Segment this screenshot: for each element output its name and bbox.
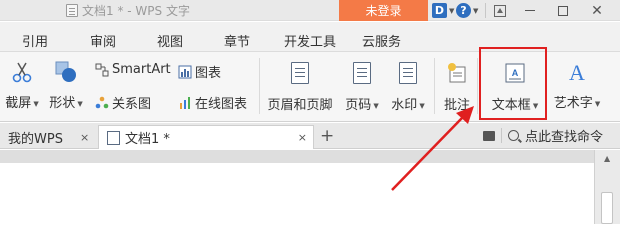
close-tab-button[interactable]: ×: [298, 131, 307, 144]
page-number-button[interactable]: 页码 ▼: [341, 62, 383, 113]
chevron-down-icon: ▼: [33, 99, 39, 108]
vertical-scrollbar[interactable]: ▲: [594, 150, 620, 224]
tab-developer[interactable]: 开发工具: [284, 31, 336, 50]
search-icon: [508, 130, 519, 141]
tab-references[interactable]: 引用: [22, 31, 48, 50]
title-bar: 文档1 * - WPS 文字 未登录 D ▼ ? ▼ ✕: [0, 0, 620, 21]
scissors-icon: [12, 62, 32, 83]
chevron-down-icon: ▼: [373, 101, 379, 110]
doc-tab-label: 文档1 *: [125, 132, 170, 147]
tab-cloud[interactable]: 云服务: [362, 31, 401, 50]
window-title: 文档1 * - WPS 文字: [66, 2, 190, 19]
window-title-text: 文档1 * - WPS 文字: [82, 4, 190, 18]
chevron-down-icon: ▼: [473, 6, 479, 15]
chevron-down-icon: ▼: [449, 6, 455, 15]
online-chart-label: 在线图表: [195, 97, 248, 112]
relation-chart-button[interactable]: 关系图: [95, 93, 151, 112]
tab-my-wps[interactable]: 我的WPS ×: [0, 125, 97, 149]
chevron-down-icon: ▼: [77, 99, 83, 108]
tab-sections[interactable]: 章节: [224, 31, 250, 50]
document-icon: [66, 4, 78, 17]
wps-tab-label: 我的WPS: [8, 131, 63, 147]
flag-icon: [483, 130, 495, 141]
highlight-box: [479, 47, 547, 120]
watermark-icon: [399, 62, 417, 84]
header-footer-button[interactable]: 页眉和页脚: [265, 62, 335, 113]
wordart-button[interactable]: A 艺术字 ▼: [549, 60, 605, 111]
close-window-button[interactable]: ✕: [583, 0, 611, 21]
svg-text:A: A: [569, 60, 585, 84]
comment-label: 批注: [443, 98, 470, 113]
relation-label: 关系图: [112, 97, 152, 112]
screenshot-label: 截屏: [5, 96, 32, 111]
search-label: 点此查找命令: [525, 130, 604, 145]
scrollbar-thumb[interactable]: [601, 192, 613, 224]
collapse-icon: [494, 4, 506, 17]
tab-review[interactable]: 审阅: [90, 31, 116, 50]
chart-label: 图表: [195, 66, 222, 81]
scroll-up-icon[interactable]: ▲: [604, 154, 610, 163]
watermark-button[interactable]: 水印 ▼: [387, 62, 429, 113]
comment-button[interactable]: 批注: [440, 62, 474, 113]
divider: [259, 58, 260, 114]
relation-icon: [95, 96, 109, 108]
page-number-label: 页码: [345, 98, 372, 113]
wordart-label: 艺术字: [553, 96, 593, 111]
screenshot-button[interactable]: 截屏 ▼: [2, 60, 42, 111]
smartart-icon: [95, 63, 109, 76]
login-button[interactable]: 未登录: [339, 0, 428, 21]
divider: [501, 128, 502, 143]
watermark-label: 水印: [391, 98, 418, 113]
smartart-button[interactable]: SmartArt: [95, 62, 171, 77]
online-chart-icon: [180, 96, 190, 109]
online-chart-button[interactable]: 在线图表: [178, 93, 247, 112]
chevron-down-icon: ▼: [594, 99, 601, 108]
page-number-icon: [353, 62, 371, 84]
new-tab-button[interactable]: +: [320, 126, 334, 146]
shapes-icon: [55, 61, 76, 82]
help-icon: ?: [456, 3, 471, 18]
tab-document1[interactable]: 文档1 * ×: [98, 125, 314, 149]
chart-button[interactable]: 图表: [178, 62, 221, 81]
header-footer-label: 页眉和页脚: [267, 98, 333, 113]
close-tab-button[interactable]: ×: [80, 131, 89, 144]
bar-chart-icon: [178, 65, 192, 78]
wordart-icon: A: [569, 60, 585, 84]
header-footer-icon: [291, 62, 309, 84]
divider: [434, 58, 435, 114]
divider: [477, 58, 478, 114]
document-page[interactable]: [0, 163, 594, 224]
chevron-down-icon: ▼: [419, 101, 425, 110]
shape-label: 形状: [49, 96, 76, 111]
smartart-label: SmartArt: [112, 62, 171, 77]
command-search[interactable]: 点此查找命令: [483, 126, 603, 145]
comment-icon: [448, 63, 466, 83]
shape-button[interactable]: 形状 ▼: [46, 60, 86, 111]
document-icon: [107, 130, 120, 145]
d-app-icon: D: [432, 3, 447, 18]
collapse-ribbon-button[interactable]: [492, 2, 508, 19]
maximize-button[interactable]: [549, 0, 577, 21]
close-icon: ✕: [591, 2, 603, 19]
maximize-icon: [558, 5, 568, 16]
minimize-icon: [525, 10, 535, 11]
minimize-button[interactable]: [516, 0, 544, 21]
divider: [485, 3, 486, 18]
help-button[interactable]: ? ▼: [456, 2, 484, 19]
tab-view[interactable]: 视图: [157, 31, 183, 50]
